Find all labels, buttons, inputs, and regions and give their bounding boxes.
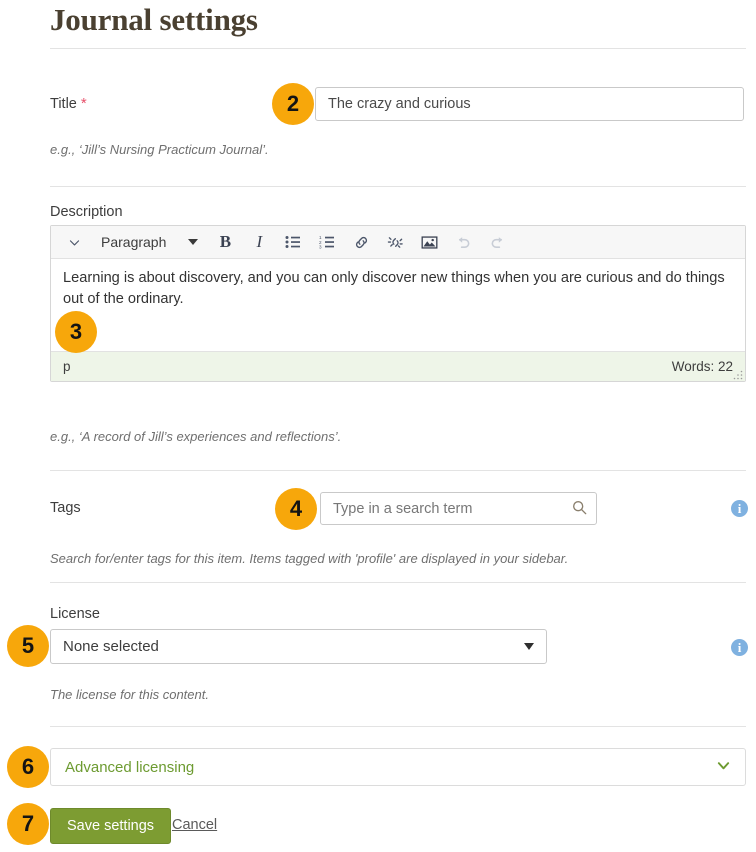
caret-down-icon <box>188 239 199 245</box>
title-label: Title * <box>50 95 87 112</box>
description-label: Description <box>50 204 123 220</box>
step-badge-4: 4 <box>275 488 317 530</box>
save-settings-button[interactable]: Save settings <box>50 808 172 844</box>
paragraph-format-label: Paragraph <box>101 234 167 250</box>
tags-hint: Search for/enter tags for this item. Ite… <box>50 551 569 566</box>
divider-under-title <box>50 48 746 49</box>
cancel-link[interactable]: Cancel <box>172 817 217 833</box>
divider-under-tags <box>50 582 746 583</box>
tags-label: Tags <box>50 500 81 516</box>
step-badge-3: 3 <box>55 311 97 353</box>
tags-input[interactable] <box>320 492 597 525</box>
page-title: Journal settings <box>50 2 258 37</box>
license-select[interactable]: None selected <box>50 629 547 664</box>
paragraph-format-select[interactable]: Paragraph <box>91 228 204 256</box>
license-selected-value: None selected <box>63 638 159 655</box>
tags-info-icon[interactable]: i <box>731 500 748 517</box>
editor-element-path: p <box>63 359 71 374</box>
svg-text:3: 3 <box>319 244 322 249</box>
editor-toolbar: Paragraph B I 1 2 3 <box>51 226 745 259</box>
redo-icon <box>480 227 514 257</box>
italic-icon[interactable]: I <box>242 227 276 257</box>
license-label: License <box>50 606 100 622</box>
chevron-down-icon <box>716 758 731 777</box>
bullet-list-icon[interactable] <box>276 227 310 257</box>
step-badge-6: 6 <box>7 746 49 788</box>
caret-down-icon <box>524 643 534 650</box>
divider-under-title-field <box>50 186 746 187</box>
divider-under-license <box>50 726 746 727</box>
resize-handle-icon[interactable] <box>733 370 743 380</box>
required-asterisk: * <box>80 95 87 112</box>
license-info-icon[interactable]: i <box>731 639 748 656</box>
advanced-licensing-label: Advanced licensing <box>65 758 195 776</box>
image-icon[interactable] <box>412 227 446 257</box>
bold-icon[interactable]: B <box>208 227 242 257</box>
chevron-down-icon[interactable] <box>57 227 91 257</box>
link-icon[interactable] <box>344 227 378 257</box>
description-hint: e.g., ‘A record of Jill’s experiences an… <box>50 429 342 444</box>
editor-word-count: Words: 22 <box>671 359 733 374</box>
unlink-icon[interactable] <box>378 227 412 257</box>
search-icon[interactable] <box>572 500 587 520</box>
title-hint: e.g., ‘Jill’s Nursing Practicum Journal’… <box>50 142 269 157</box>
divider-under-description <box>50 470 746 471</box>
editor-status-bar: p Words: 22 <box>51 351 745 381</box>
step-badge-5: 5 <box>7 625 49 667</box>
description-editor-body[interactable]: Learning is about discovery, and you can… <box>51 259 745 351</box>
title-label-text: Title <box>50 96 77 112</box>
license-hint: The license for this content. <box>50 687 209 702</box>
numbered-list-icon[interactable]: 1 2 3 <box>310 227 344 257</box>
advanced-licensing-toggle[interactable]: Advanced licensing <box>50 748 746 786</box>
description-editor: Paragraph B I 1 2 3 Learning is about di… <box>50 225 746 382</box>
journal-settings-page: Journal settings Title * 2 e.g., ‘Jill’s… <box>0 0 756 852</box>
undo-icon <box>446 227 480 257</box>
step-badge-2: 2 <box>272 83 314 125</box>
step-badge-7: 7 <box>7 803 49 845</box>
title-input[interactable] <box>315 87 744 121</box>
